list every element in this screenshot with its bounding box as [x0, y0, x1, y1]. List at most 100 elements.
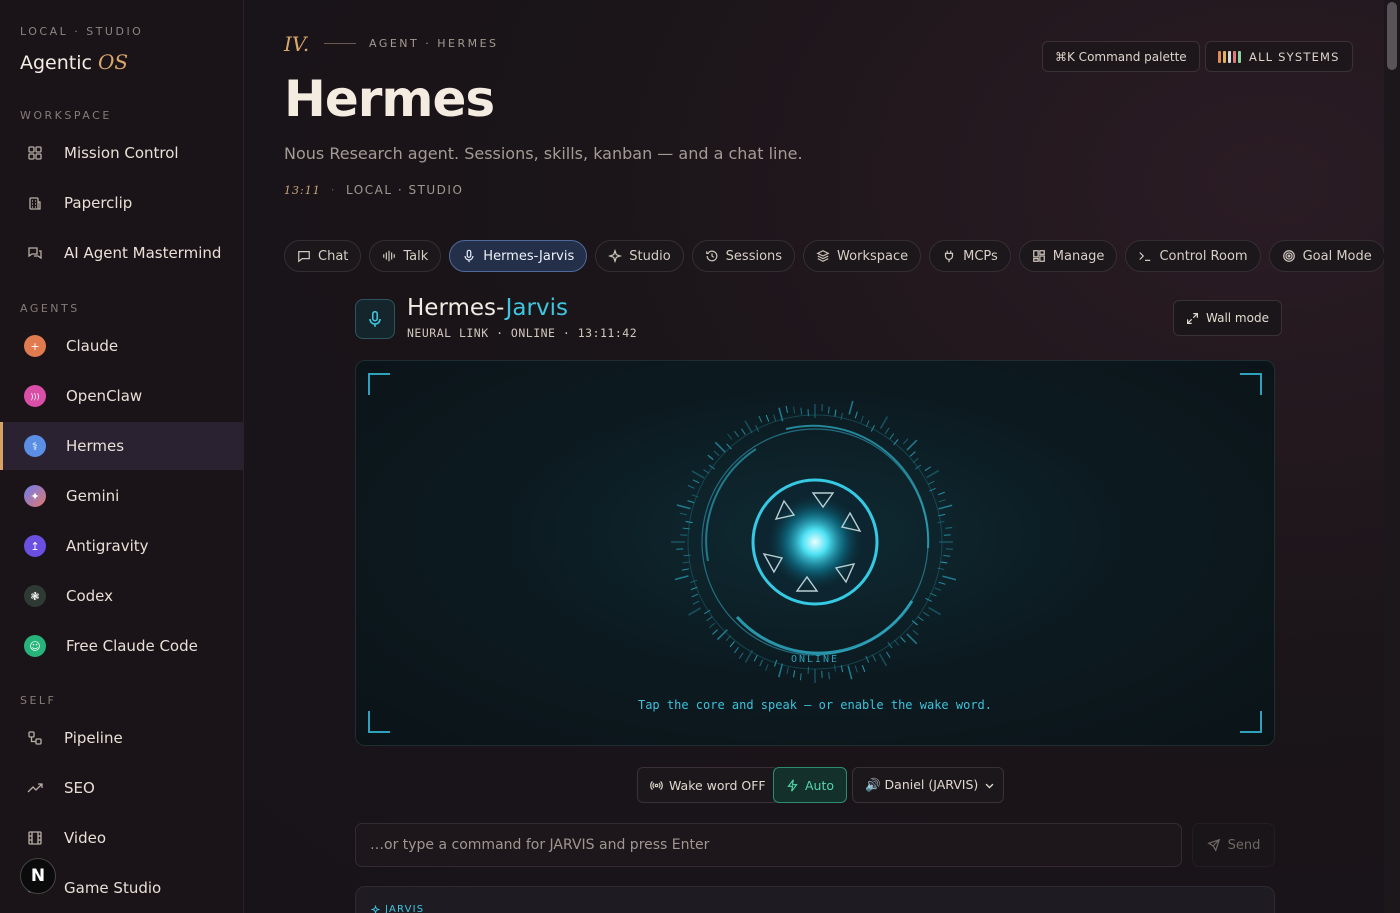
core-glow: [765, 492, 865, 592]
history-icon: [705, 250, 718, 262]
brand-eyebrow: LOCAL · STUDIO: [20, 25, 144, 38]
film-icon: [26, 829, 44, 847]
tick-mark: [937, 567, 945, 570]
tick-mark: [708, 622, 716, 628]
sidebar-item-openclaw[interactable]: ))) OpenClaw: [0, 372, 243, 420]
wall-mode-button[interactable]: Wall mode: [1173, 300, 1282, 336]
sidebar-item-label: OpenClaw: [66, 387, 143, 405]
tab-talk[interactable]: Talk: [369, 240, 442, 272]
tick-mark: [942, 575, 957, 581]
tick-mark: [938, 491, 945, 496]
tick-mark: [878, 653, 888, 667]
tick-mark: [734, 430, 739, 438]
sidebar-item-gemini[interactable]: ✦ Gemini: [0, 472, 243, 520]
send-button[interactable]: Send: [1192, 823, 1275, 867]
tab-label: Sessions: [725, 248, 783, 264]
sidebar-item-paperclip[interactable]: Paperclip: [0, 179, 243, 227]
tick-mark: [765, 664, 769, 672]
scrollbar[interactable]: [1384, 0, 1400, 913]
sidebar-item-pipeline[interactable]: Pipeline: [0, 714, 243, 762]
tick-mark: [938, 504, 953, 510]
tick-mark: [687, 500, 695, 504]
tick-mark: [926, 469, 940, 479]
avatar[interactable]: N: [20, 858, 56, 894]
sidebar-item-free-claude-code[interactable]: ☺ Free Claude Code: [0, 622, 243, 670]
clock-time: 13:11: [284, 183, 321, 197]
tab-mcps[interactable]: MCPs: [929, 240, 1011, 272]
tick-mark: [928, 606, 941, 616]
tick-mark: [909, 451, 916, 457]
sidebar-item-label: Codex: [66, 587, 114, 605]
tick-mark: [938, 499, 946, 503]
jarvis-title-accent: Jarvis: [505, 295, 568, 321]
sidebar-item-video[interactable]: Video: [0, 814, 243, 862]
sidebar-item-codex[interactable]: ❃ Codex: [0, 572, 243, 620]
command-input[interactable]: [355, 823, 1182, 867]
tab-control-room[interactable]: Control Room: [1125, 240, 1261, 272]
tab-workspace[interactable]: Workspace: [803, 240, 922, 272]
sidebar-item-seo[interactable]: SEO: [0, 764, 243, 812]
jarvis-core-panel: ONLINE Tap the core and speak — or enabl…: [355, 360, 1275, 746]
tab-hermes-jarvis[interactable]: Hermes-Jarvis: [449, 240, 588, 272]
tab-label: Talk: [403, 248, 429, 264]
tab-goal-mode[interactable]: Goal Mode: [1268, 240, 1385, 272]
jarvis-status: NEURAL LINK · ONLINE · 13:11:42: [407, 326, 638, 340]
tick-mark: [799, 673, 802, 681]
log-label: JARVIS: [371, 904, 424, 913]
codex-icon: ❃: [24, 585, 46, 607]
sidebar-item-claude[interactable]: + Claude: [0, 322, 243, 370]
tick-mark: [889, 433, 895, 440]
tick-mark: [900, 636, 906, 643]
tick-mark: [727, 433, 733, 440]
brand-suffix: OS: [97, 50, 129, 74]
tick-mark: [848, 400, 854, 415]
tick-mark: [872, 654, 877, 662]
tick-mark: [861, 665, 866, 672]
tick-mark: [691, 593, 699, 598]
tick-mark: [683, 554, 691, 557]
core-hint: Tap the core and speak — or enable the w…: [637, 698, 992, 712]
tick-mark: [793, 406, 796, 414]
sparkle-icon: [608, 249, 623, 263]
tab-label: Workspace: [837, 248, 909, 264]
command-palette-button[interactable]: ⌘K Command palette: [1042, 41, 1200, 72]
voice-select[interactable]: 🔊 Daniel (JARVIS): [852, 767, 1005, 803]
tab-manage[interactable]: Manage: [1018, 240, 1118, 272]
tick-mark: [860, 415, 864, 423]
tick-mark: [828, 672, 830, 680]
tick-mark: [827, 406, 830, 414]
jarvis-core[interactable]: ONLINE: [356, 361, 1275, 746]
tab-chat[interactable]: Chat: [284, 240, 362, 272]
tick-mark: [744, 420, 753, 434]
waveform-icon: [383, 250, 396, 262]
free-claude-code-icon: ☺: [24, 635, 46, 657]
layers-icon: [816, 250, 830, 262]
tick-mark: [906, 439, 918, 451]
tab-studio[interactable]: Studio: [595, 240, 684, 272]
tick-mark: [738, 652, 744, 659]
auto-toggle[interactable]: Auto: [773, 767, 848, 803]
tab-sessions[interactable]: Sessions: [691, 240, 796, 272]
scrollbar-thumb[interactable]: [1387, 2, 1397, 70]
brand-title[interactable]: Agentic OS: [20, 50, 128, 74]
all-systems-button[interactable]: ALL SYSTEMS: [1205, 41, 1353, 72]
sidebar-item-antigravity[interactable]: ↥ Antigravity: [0, 522, 243, 570]
sidebar-item-hermes[interactable]: ⚕ Hermes: [0, 422, 243, 470]
tick-mark: [688, 607, 702, 616]
antigravity-icon: ↥: [24, 535, 46, 557]
sidebar-item-ai-agent-mastermind[interactable]: AI Agent Mastermind: [0, 229, 243, 277]
grid-icon: [26, 144, 44, 162]
tick-mark: [885, 651, 891, 659]
tab-label: MCPs: [963, 248, 998, 264]
voice-selected: 🔊 Daniel (JARVIS): [865, 777, 979, 792]
sidebar-item-mission-control[interactable]: Mission Control: [0, 129, 243, 177]
jarvis-mic-icon: [355, 299, 395, 339]
tick-mark: [679, 512, 687, 516]
tick-mark: [674, 575, 689, 581]
tick-mark: [854, 411, 858, 419]
tick-mark: [786, 667, 789, 675]
wake-word-toggle[interactable]: Wake word OFF: [637, 767, 779, 803]
tab-label: Goal Mode: [1302, 248, 1372, 264]
tick-mark: [854, 665, 858, 673]
status-bars-icon: [1218, 50, 1241, 63]
